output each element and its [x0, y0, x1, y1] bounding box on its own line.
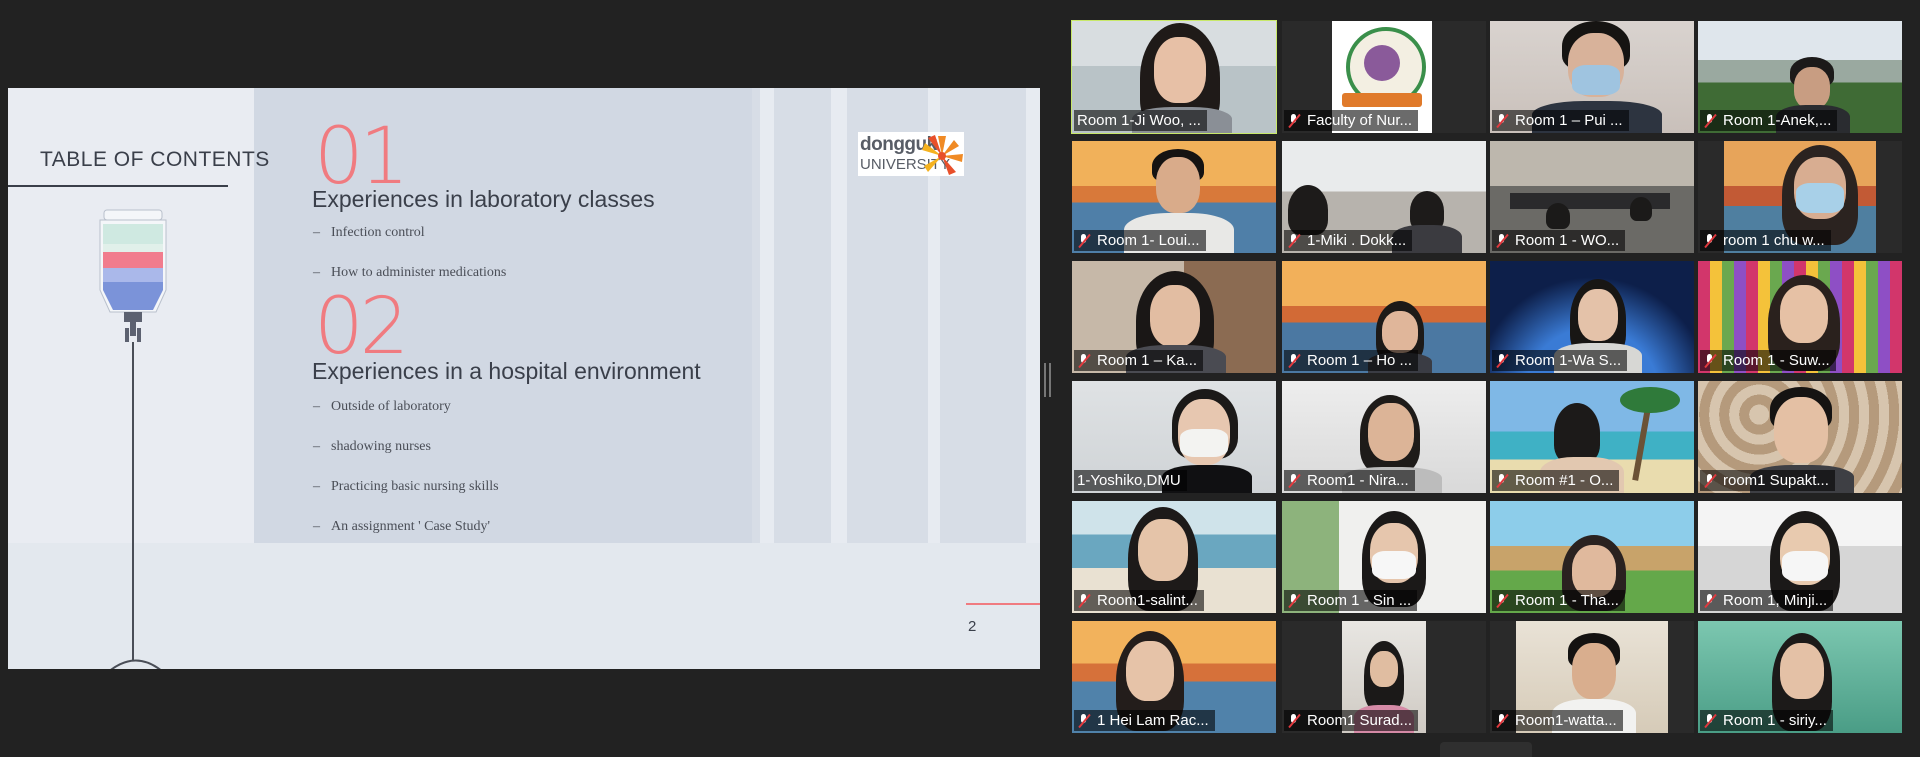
sunburst-icon — [922, 135, 963, 175]
participant-tile[interactable]: Room 1-Wa S... — [1490, 261, 1694, 373]
muted-mic-icon — [1287, 713, 1301, 728]
participant-tile[interactable]: Room 1 – Ho ... — [1282, 261, 1486, 373]
muted-mic-icon — [1703, 113, 1717, 128]
participant-name-label: Room 1 - Suw... — [1700, 350, 1836, 371]
participant-name-label: Room 1 – Pui ... — [1492, 110, 1629, 131]
participant-tile[interactable]: Room 1-Ji Woo, ... — [1071, 20, 1277, 134]
participant-name-label: 1-Miki . Dokk... — [1284, 230, 1413, 251]
participant-tile[interactable]: Room 1, Minji... — [1698, 501, 1902, 613]
section-2-heading: Experiences in a hospital environment — [312, 358, 701, 384]
muted-mic-icon — [1287, 353, 1301, 368]
muted-mic-icon — [1703, 353, 1717, 368]
participant-name-label: room 1 chu w... — [1700, 230, 1831, 251]
participant-name-label: Room1 - Nira... — [1284, 470, 1415, 491]
section-2-item: – Outside of laboratory — [313, 399, 451, 414]
slide-stripe — [760, 88, 774, 543]
participant-tile[interactable]: 1-Miki . Dokk... — [1282, 141, 1486, 253]
muted-mic-icon — [1495, 473, 1509, 488]
participant-tile[interactable]: Room1-salint... — [1072, 501, 1276, 613]
participant-name-label: Room #1 - O... — [1492, 470, 1620, 491]
muted-mic-icon — [1287, 593, 1301, 608]
participant-tile[interactable]: room1 Supakt... — [1698, 381, 1902, 493]
bullet-dash: – — [313, 439, 320, 454]
toc-title: TABLE OF CONTENTS — [40, 148, 270, 171]
participant-name-label: Room1-watta... — [1492, 710, 1623, 731]
participant-name-label: Room 1 - siriy... — [1700, 710, 1833, 731]
page-number-rule — [966, 603, 1040, 605]
slide-stripe — [831, 88, 847, 543]
participant-tile[interactable]: Room 1-Anek,... — [1698, 21, 1902, 133]
shared-slide: TABLE OF CONTENTS 01 Experiences in labo… — [8, 88, 1040, 669]
muted-mic-icon — [1495, 113, 1509, 128]
participant-tile[interactable]: Room 1 – Pui ... — [1490, 21, 1694, 133]
bullet-dash: – — [313, 519, 320, 534]
participant-tile[interactable]: Room1 Surad... — [1282, 621, 1486, 733]
muted-mic-icon — [1495, 233, 1509, 248]
participant-name-label: Room 1 – Ka... — [1074, 350, 1204, 371]
muted-mic-icon — [1495, 353, 1509, 368]
participant-name-label: Room 1 - WO... — [1492, 230, 1626, 251]
muted-mic-icon — [1495, 713, 1509, 728]
dongguk-university-logo: dongguk UNIVERSITY — [858, 132, 964, 176]
section-1-item: – How to administer medications — [313, 265, 507, 280]
muted-mic-icon — [1077, 353, 1091, 368]
participant-tile[interactable]: room 1 chu w... — [1698, 141, 1902, 253]
participant-tile[interactable]: 1-Yoshiko,DMU — [1072, 381, 1276, 493]
participant-name-label: room1 Supakt... — [1700, 470, 1835, 491]
participant-tile[interactable]: Room1 - Nira... — [1282, 381, 1486, 493]
toc-underline — [8, 185, 228, 187]
participant-name-label: Room 1-Anek,... — [1700, 110, 1838, 131]
section-2-number: 02 — [314, 282, 409, 372]
muted-mic-icon — [1703, 473, 1717, 488]
bullet-dash: – — [313, 479, 320, 494]
participant-tile[interactable]: Room 1 - Tha... — [1490, 501, 1694, 613]
section-2-item: – Practicing basic nursing skills — [313, 479, 499, 494]
muted-mic-icon — [1287, 113, 1301, 128]
participant-name-label: Faculty of Nur... — [1284, 110, 1419, 131]
split-view-resize-handle[interactable] — [1044, 363, 1052, 397]
grid-scroll-indicator[interactable] — [1440, 742, 1532, 757]
participant-tile[interactable]: Room1-watta... — [1490, 621, 1694, 733]
participant-name-label: Room 1- Loui... — [1074, 230, 1206, 251]
participant-name-label: Room 1 - Sin ... — [1284, 590, 1418, 611]
section-2-item: – An assignment ' Case Study' — [313, 519, 491, 534]
participant-tile[interactable]: Room 1 - Suw... — [1698, 261, 1902, 373]
slide-stripe — [1026, 88, 1040, 543]
participant-tile[interactable]: Room #1 - O... — [1490, 381, 1694, 493]
participant-tile[interactable]: Room 1- Loui... — [1072, 141, 1276, 253]
participant-name-label: Room 1, Minji... — [1700, 590, 1834, 611]
page-number: 2 — [968, 618, 977, 635]
muted-mic-icon — [1703, 713, 1717, 728]
section-1-heading: Experiences in laboratory classes — [312, 186, 655, 212]
participant-tile[interactable]: Room 1 - Sin ... — [1282, 501, 1486, 613]
section-1-item: – Infection control — [313, 225, 425, 240]
participant-tile[interactable]: Room 1 - siriy... — [1698, 621, 1902, 733]
participant-name-label: Room 1 – Ho ... — [1284, 350, 1419, 371]
participant-tile[interactable]: Room 1 - WO... — [1490, 141, 1694, 253]
iv-drip-illustration — [99, 209, 167, 669]
participant-tile[interactable]: 1 Hei Lam Rac... — [1072, 621, 1276, 733]
participant-name-label: Room 1-Ji Woo, ... — [1074, 110, 1207, 131]
bullet-dash: – — [313, 265, 320, 280]
participant-name-label: Room1 Surad... — [1284, 710, 1419, 731]
muted-mic-icon — [1703, 233, 1717, 248]
section-2-item: – shadowing nurses — [313, 439, 431, 454]
participant-name-label: 1 Hei Lam Rac... — [1074, 710, 1215, 731]
bullet-dash: – — [313, 225, 320, 240]
participant-tile[interactable]: Room 1 – Ka... — [1072, 261, 1276, 373]
participant-name-label: Room 1-Wa S... — [1492, 350, 1628, 371]
muted-mic-icon — [1495, 593, 1509, 608]
bullet-dash: – — [313, 399, 320, 414]
section-1-number: 01 — [314, 112, 409, 202]
muted-mic-icon — [1703, 593, 1717, 608]
muted-mic-icon — [1287, 233, 1301, 248]
participant-name-label: Room1-salint... — [1074, 590, 1204, 611]
participant-tile[interactable]: Faculty of Nur... — [1282, 21, 1486, 133]
participant-name-label: 1-Yoshiko,DMU — [1074, 470, 1187, 491]
muted-mic-icon — [1077, 593, 1091, 608]
muted-mic-icon — [1077, 713, 1091, 728]
participant-name-label: Room 1 - Tha... — [1492, 590, 1625, 611]
muted-mic-icon — [1077, 233, 1091, 248]
muted-mic-icon — [1287, 473, 1301, 488]
